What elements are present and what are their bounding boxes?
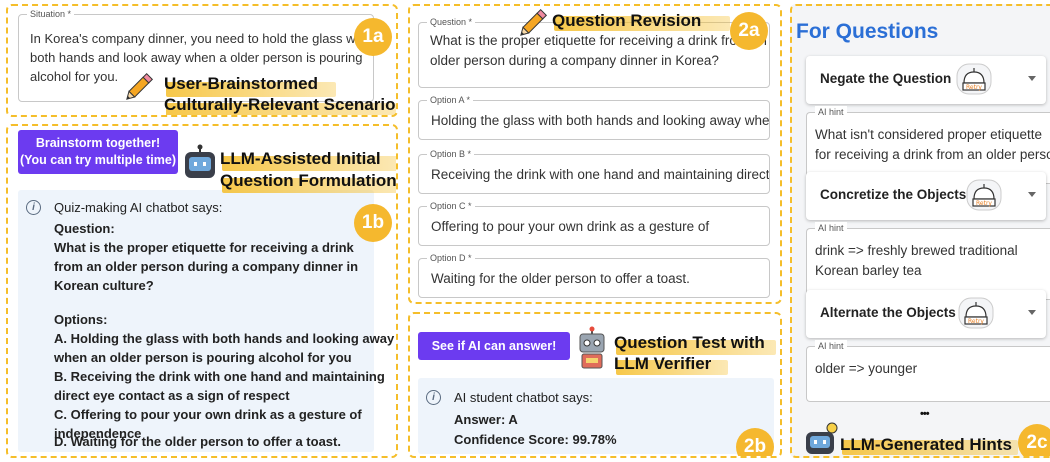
badge-2c: 2c: [1018, 424, 1050, 456]
panel-1b-formulation: Brainstorm together! (You can try multip…: [6, 124, 398, 458]
hint-text: older => younger: [815, 361, 918, 376]
robot-lightbulb-icon: [806, 422, 838, 454]
svg-text:Retry: Retry: [966, 84, 982, 91]
option-a-field[interactable]: Option A * Holding the glass with both h…: [418, 94, 770, 140]
question-field-label: Question *: [427, 16, 476, 28]
retry-icon[interactable]: Retry: [958, 297, 994, 329]
question-field[interactable]: Question * What is the proper etiquette …: [418, 16, 770, 88]
hint-text: drink => freshly brewed traditional Kore…: [815, 243, 1018, 278]
option-line: direct eye contact as a sign of respect: [54, 388, 290, 403]
option-line: B. Receiving the drink with one hand and…: [54, 369, 385, 384]
student-chat-header: AI student chatbot says:: [454, 390, 593, 405]
brainstorm-button[interactable]: Brainstorm together! (You can try multip…: [18, 130, 178, 174]
pencil-icon: [520, 8, 548, 36]
panel-2a-revision: Question * What is the proper etiquette …: [408, 4, 782, 304]
ai-hint-alternate[interactable]: AI hint older => younger: [806, 340, 1050, 402]
ai-hint-label: AI hint: [815, 222, 847, 234]
see-if-ai-can-answer-button[interactable]: See if AI can answer!: [418, 332, 570, 360]
option-d-text: Waiting for the older person to offer a …: [431, 271, 690, 286]
callout-2b-line2: LLM Verifier: [614, 354, 712, 373]
question-field-text: What is the proper etiquette for receivi…: [430, 33, 767, 68]
question-line: Korean culture?: [54, 278, 154, 293]
retry-icon[interactable]: Retry: [956, 63, 992, 95]
callout-2c: LLM-Generated Hints: [840, 435, 1012, 454]
option-line: D. Waiting for the older person to offer…: [54, 434, 341, 449]
option-c-field[interactable]: Option C * Offering to pour your own dri…: [418, 200, 770, 246]
callout-2b-line1: Question Test with: [614, 333, 765, 352]
callout-2a: Question Revision: [552, 11, 702, 30]
badge-1a: 1a: [354, 18, 392, 56]
option-line: A. Holding the glass with both hands and…: [54, 331, 395, 346]
callout-1a-line1: User-Brainstormed: [164, 74, 318, 93]
panel-1a-scenario: Situation * In Korea's company dinner, y…: [6, 4, 398, 117]
panel-2b-verifier: See if AI can answer! Question Test with…: [408, 312, 782, 458]
option-c-text: Offering to pour your own drink as a ges…: [431, 219, 710, 234]
question-line: from an older person during a company di…: [54, 259, 359, 274]
answer-text: Answer: A: [454, 412, 518, 427]
option-c-label: Option C *: [427, 200, 475, 212]
chevron-down-icon[interactable]: [1028, 310, 1036, 315]
hints-heading: For Questions: [796, 20, 939, 43]
chat-header: Quiz-making AI chatbot says:: [54, 200, 223, 215]
svg-text:Retry: Retry: [968, 318, 984, 325]
badge-2a: 2a: [730, 12, 768, 50]
more-ellipsis: •••: [920, 408, 930, 420]
hint-concretize-header[interactable]: Concretize the Objects Retry: [806, 172, 1046, 220]
robot-verifier-icon: [579, 326, 605, 369]
ai-hint-label: AI hint: [815, 106, 847, 118]
option-d-label: Option D *: [427, 252, 475, 264]
question-line: What is the proper etiquette for receivi…: [54, 240, 354, 255]
callout-1b-line1: LLM-Assisted Initial: [220, 149, 381, 168]
callout-1a-line2: Culturally-Relevant Scenario: [164, 95, 396, 114]
hint-alternate-header[interactable]: Alternate the Objects Retry: [806, 290, 1046, 338]
option-b-label: Option B *: [427, 148, 475, 160]
hint-title: Alternate the Objects: [820, 305, 956, 320]
option-line: when an older person is pouring alcohol …: [54, 350, 352, 365]
question-label: Question:: [54, 221, 115, 236]
pencil-icon: [126, 72, 154, 100]
option-a-label: Option A *: [427, 94, 474, 106]
svg-text:Retry: Retry: [976, 200, 992, 207]
option-a-text: Holding the glass with both hands and lo…: [431, 113, 769, 128]
hint-title: Negate the Question: [820, 71, 952, 86]
info-icon: i: [26, 200, 41, 215]
badge-1b: 1b: [354, 204, 392, 242]
ai-hint-label: AI hint: [815, 340, 847, 352]
option-b-text: Receiving the drink with one hand and ma…: [431, 167, 769, 182]
chevron-down-icon[interactable]: [1028, 192, 1036, 197]
confidence-text: Confidence Score: 99.78%: [454, 432, 617, 447]
option-b-field[interactable]: Option B * Receiving the drink with one …: [418, 148, 770, 194]
callout-1b-line2: Question Formulation: [220, 171, 397, 190]
ai-student-chatbot-response: i AI student chatbot says: Answer: A Con…: [418, 378, 774, 454]
retry-icon[interactable]: Retry: [966, 179, 1002, 211]
hint-title: Concretize the Objects: [820, 187, 967, 202]
hint-negate-header[interactable]: Negate the Question Retry: [806, 56, 1046, 104]
info-icon: i: [426, 390, 441, 405]
badge-2b: 2b: [736, 428, 774, 456]
situation-label: Situation *: [27, 8, 75, 20]
quiz-chatbot-response: i Quiz-making AI chatbot says: Question:…: [18, 190, 394, 452]
panel-2c-hints: For Questions Negate the Question Retry …: [790, 4, 1050, 458]
option-d-field[interactable]: Option D * Waiting for the older person …: [418, 252, 770, 298]
chevron-down-icon[interactable]: [1028, 76, 1036, 81]
options-label: Options:: [54, 312, 108, 327]
option-line: C. Offering to pour your own drink as a …: [54, 407, 362, 422]
hint-text: What isn't considered proper etiquette f…: [815, 127, 1050, 162]
robot-icon: [185, 144, 215, 178]
